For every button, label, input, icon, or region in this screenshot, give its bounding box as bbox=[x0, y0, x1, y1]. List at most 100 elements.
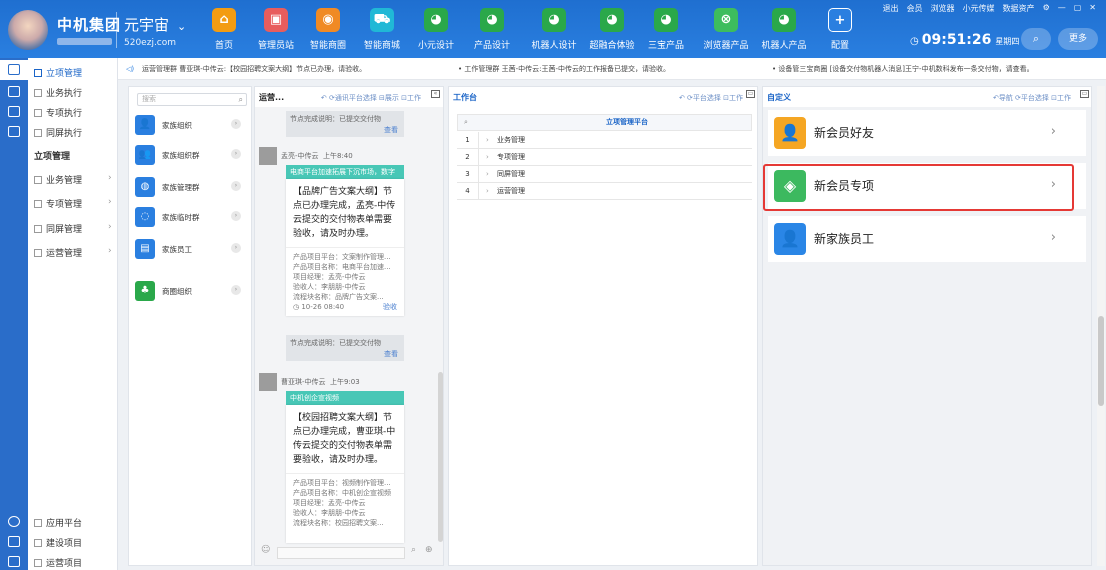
sidebar-item-sync[interactable]: 同屏执行 bbox=[34, 126, 82, 139]
group-panel: 搜索 ⌕ 👤 家族组织 › 👥 家族组织群 › ◍ 家族管理群 › ◌ 家族临时群 › ▤ 家族员工 › ♣ 商圈… bbox=[128, 86, 252, 566]
collapse-icon[interactable]: « bbox=[431, 90, 440, 98]
view-link[interactable]: 查看 bbox=[384, 349, 398, 359]
notice-item[interactable]: • 工作管理群 王茜-中传云:王茜-中传云的工作报备已提交，请验收。 bbox=[458, 58, 670, 80]
table-row[interactable]: 2 › 专项管理 bbox=[457, 149, 752, 166]
nav-item[interactable]: + 配置 bbox=[812, 8, 868, 51]
sidebar-item-ops-mgmt[interactable]: 运营管理 bbox=[34, 246, 82, 259]
table-row[interactable]: 4 › 运营管理 bbox=[457, 183, 752, 200]
chevron-icon[interactable]: › bbox=[231, 181, 241, 191]
group-search-input[interactable]: 搜索 ⌕ bbox=[137, 93, 247, 106]
top-bar: 中机集团 元宇宙 ⌄ 520ezj.com ⌂ 首页 ▣ 管理员站 ◉ 智能商圈 ⛟ 智能商城 ◕… bbox=[0, 0, 1106, 58]
custom-item[interactable]: 👤 新会员好友 › bbox=[768, 110, 1086, 156]
topbar-link[interactable]: — bbox=[1058, 3, 1066, 14]
search-icon[interactable]: ⌕ bbox=[411, 545, 416, 555]
nav-item[interactable]: ◕ 产品设计 bbox=[464, 8, 520, 51]
nav-label: 管理员站 bbox=[257, 41, 294, 51]
topbar-link[interactable]: 退出 bbox=[883, 3, 899, 14]
group-label: 家族管理群 bbox=[162, 183, 200, 192]
ops-icon[interactable] bbox=[8, 556, 20, 567]
nav-item[interactable]: ◕ 机器人设计 bbox=[526, 8, 582, 51]
minimize-icon[interactable]: ▭ bbox=[1080, 90, 1089, 98]
topbar-link[interactable]: 浏览器 bbox=[931, 3, 955, 14]
sidebar-item-sync-mgmt[interactable]: 同屏管理 bbox=[34, 222, 82, 235]
topbar-link[interactable]: 会员 bbox=[907, 3, 923, 14]
sidebar-item-business-mgmt[interactable]: 业务管理 bbox=[34, 173, 82, 186]
table-row[interactable]: 1 › 业务管理 bbox=[457, 132, 752, 149]
custom-item[interactable]: 👤 新家族员工 › bbox=[768, 216, 1086, 262]
member-friend-icon: 👤 bbox=[774, 117, 806, 149]
custom-actions[interactable]: ↶导航 ⟳平台选择 ⊡工作 bbox=[993, 93, 1071, 103]
chevron-icon[interactable]: › bbox=[231, 211, 241, 221]
nav-item[interactable]: ⊗ 浏览器产品 bbox=[698, 8, 754, 51]
nav-item[interactable]: ◕ 三宝产品 bbox=[638, 8, 694, 51]
accept-link[interactable]: 验收 bbox=[383, 302, 397, 312]
chat-actions[interactable]: ↶ ⟳通讯平台选择 ⊟展示 ⊡工作 bbox=[321, 93, 421, 103]
app-icon[interactable] bbox=[8, 516, 20, 527]
sidebar-section-title: 立项管理 bbox=[34, 152, 71, 162]
add-icon[interactable]: ⊕ bbox=[425, 545, 433, 555]
notice-item[interactable]: • 设备管三宝商圈 [设备交付物机器人消息]王宁-中机数科发布一条交付物，请查看… bbox=[772, 58, 1034, 80]
nav-item[interactable]: ◉ 智能商圈 bbox=[300, 8, 356, 51]
minimize-icon[interactable]: ▭ bbox=[746, 90, 755, 98]
chat-input[interactable] bbox=[277, 547, 405, 559]
chevron-icon[interactable]: › bbox=[231, 285, 241, 295]
sidebar-item-project[interactable]: 立项管理 bbox=[34, 66, 82, 79]
list-icon[interactable] bbox=[8, 86, 20, 97]
emoji-icon[interactable]: ☺ bbox=[261, 545, 270, 555]
group-item[interactable]: ◌ 家族临时群 › bbox=[135, 207, 245, 231]
notice-item[interactable]: 运营管理群 曹亚琪-中传云:【校园招聘文案大纲】节点已办理，请验收。 bbox=[142, 58, 366, 80]
message-card[interactable]: 【校园招聘文案大纲】节点已办理完成，曹亚琪-中传云提交的交付物表单需要验收，请及… bbox=[286, 405, 404, 543]
row-number: 2 bbox=[457, 149, 479, 166]
avatar[interactable] bbox=[259, 147, 277, 165]
scrollbar[interactable] bbox=[438, 372, 443, 542]
topbar-link[interactable]: ⚙ bbox=[1043, 3, 1050, 14]
node-done-note: 节点完成说明：已提交交付物 查看 bbox=[286, 111, 404, 137]
search-icon[interactable]: ⌕ bbox=[464, 115, 468, 130]
group-item[interactable]: 👥 家族组织群 › bbox=[135, 145, 245, 169]
sidebar-item-business[interactable]: 业务执行 bbox=[34, 86, 82, 99]
group-item[interactable]: ◍ 家族管理群 › bbox=[135, 177, 245, 201]
search-button[interactable]: ⌕ bbox=[1021, 28, 1051, 50]
view-link[interactable]: 查看 bbox=[384, 125, 398, 135]
screen-icon[interactable] bbox=[8, 126, 20, 137]
sidebar-item-build[interactable]: 建设项目 bbox=[34, 536, 82, 549]
worktable-actions[interactable]: ↶ ⟳平台选择 ⊡工作 bbox=[679, 93, 743, 103]
message-topic[interactable]: 电商平台加速拓展下沉市场，数字 bbox=[286, 165, 404, 179]
chevron-icon[interactable]: › bbox=[231, 149, 241, 159]
build-icon[interactable] bbox=[8, 536, 20, 547]
topbar-link[interactable]: 数据资产 bbox=[1003, 3, 1035, 14]
chevron-icon[interactable]: › bbox=[231, 119, 241, 129]
table-row[interactable]: 3 › 同屏管理 bbox=[457, 166, 752, 183]
avatar[interactable] bbox=[259, 373, 277, 391]
group-label: 商圈组织 bbox=[162, 287, 192, 296]
nav-item[interactable]: ⛟ 智能商城 bbox=[354, 8, 410, 51]
sidebar-item-special[interactable]: 专项执行 bbox=[34, 106, 82, 119]
topbar-link[interactable]: ▢ bbox=[1074, 3, 1082, 14]
nav-item[interactable]: ◕ 超融合体验 bbox=[584, 8, 640, 51]
speaker-icon: ◁) bbox=[126, 65, 135, 73]
sidebar-item-app-platform[interactable]: 应用平台 bbox=[34, 516, 82, 529]
sidebar-item-special-mgmt[interactable]: 专项管理 bbox=[34, 197, 82, 210]
group-item[interactable]: ♣ 商圈组织 › bbox=[135, 281, 245, 305]
group-item[interactable]: 👤 家族组织 › bbox=[135, 115, 245, 139]
message-card[interactable]: 【品牌广告文案大纲】节点已办理完成，孟亮-中传云提交的交付物表单需要验收，请及时… bbox=[286, 179, 404, 316]
nav-item[interactable]: ◕ 机器人产品 bbox=[756, 8, 812, 51]
nav-item[interactable]: ⌂ 首页 bbox=[196, 8, 252, 51]
more-button[interactable]: 更多 bbox=[1058, 28, 1098, 50]
topbar-link[interactable]: 小元传媒 bbox=[963, 3, 995, 14]
universe-selector[interactable]: 元宇宙 ⌄ bbox=[124, 14, 186, 35]
user-avatar[interactable] bbox=[8, 10, 48, 50]
nav-label: 配置 bbox=[830, 41, 849, 51]
worktable-table-header: ⌕ 立项管理平台 bbox=[457, 114, 752, 131]
nav-label: 机器人设计 bbox=[531, 41, 577, 51]
nav-item[interactable]: ▣ 管理员站 bbox=[248, 8, 304, 51]
topbar-link[interactable]: ✕ bbox=[1089, 3, 1096, 14]
message-topic[interactable]: 中机创企宣视频 bbox=[286, 391, 404, 405]
page-scrollbar[interactable] bbox=[1097, 86, 1105, 566]
briefcase-icon[interactable] bbox=[8, 64, 20, 75]
group-item[interactable]: ▤ 家族员工 › bbox=[135, 239, 245, 263]
nav-item[interactable]: ◕ 小元设计 bbox=[408, 8, 464, 51]
monitor-icon[interactable] bbox=[8, 106, 20, 117]
sidebar-item-ops[interactable]: 运营项目 bbox=[34, 556, 82, 569]
chevron-icon[interactable]: › bbox=[231, 243, 241, 253]
